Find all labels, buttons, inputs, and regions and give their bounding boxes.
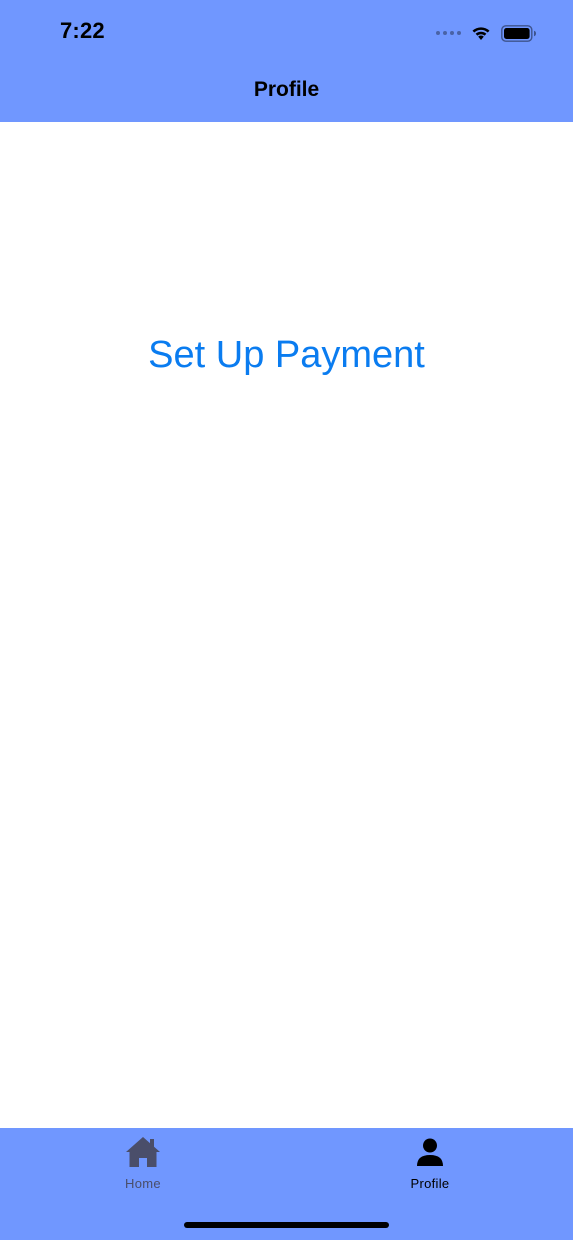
tab-profile[interactable]: Profile — [287, 1128, 573, 1200]
set-up-payment-button[interactable]: Set Up Payment — [0, 334, 573, 377]
tab-profile-label: Profile — [410, 1176, 450, 1191]
status-time: 7:22 — [60, 18, 105, 43]
header-bar: 7:22 Profile — [0, 0, 573, 122]
wifi-icon — [471, 26, 491, 41]
house-icon — [124, 1136, 162, 1168]
page-title: Profile — [253, 78, 320, 101]
tab-home[interactable]: Home — [0, 1128, 286, 1200]
profile-content: Set Up Payment — [0, 122, 573, 1128]
home-indicator[interactable] — [184, 1222, 389, 1228]
status-icons — [436, 22, 537, 44]
signal-dots-icon — [436, 31, 461, 35]
person-icon — [416, 1136, 444, 1168]
battery-icon — [501, 24, 537, 42]
tab-home-label: Home — [125, 1176, 161, 1191]
